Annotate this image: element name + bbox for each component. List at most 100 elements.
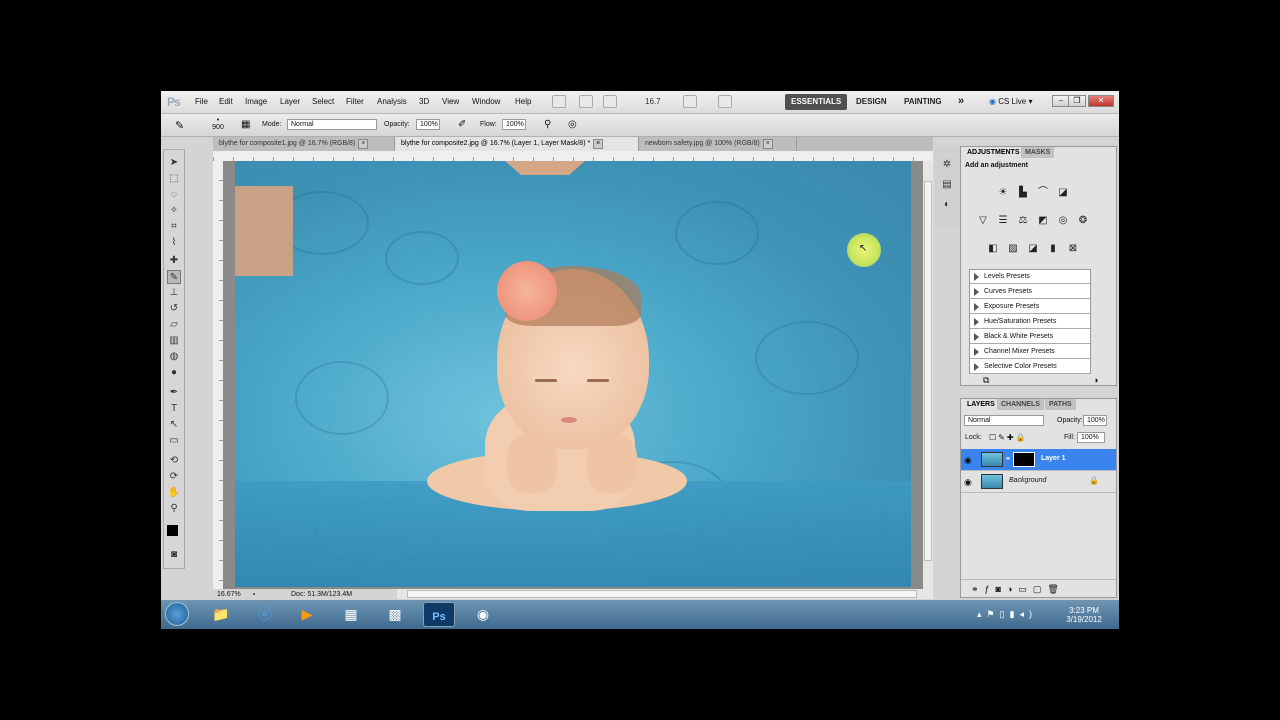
tab-masks[interactable]: MASKS (1021, 147, 1055, 158)
cs-live-button[interactable]: ◉ CS Live ▾ (989, 97, 1032, 106)
preset-hue-saturation[interactable]: Hue/Saturation Presets (970, 315, 1090, 329)
crop-tool-icon[interactable]: ⌗ (167, 220, 181, 234)
gradient-map-icon[interactable]: ▮ (1047, 243, 1059, 255)
app-icon-1[interactable]: ▦ (335, 602, 367, 627)
channel-mixer-icon[interactable]: ❂ (1077, 215, 1089, 227)
screen-mode-button[interactable] (718, 95, 732, 108)
tab-adjustments[interactable]: ADJUSTMENTS (963, 147, 1024, 158)
tab-paths[interactable]: PATHS (1045, 399, 1076, 410)
hue-saturation-icon[interactable]: ☰ (997, 215, 1009, 227)
mini-bridge-button[interactable] (579, 95, 593, 108)
airbrush-icon[interactable]: ✐ (458, 119, 466, 130)
zoom-level[interactable]: 16.7 (645, 97, 661, 106)
menu-help[interactable]: Help (515, 97, 531, 106)
opacity-field[interactable]: 100% (416, 119, 440, 130)
pen-tool-icon[interactable]: ✒ (167, 386, 181, 400)
curves-icon[interactable]: ⌒ (1037, 187, 1049, 199)
status-zoom[interactable]: 16.67% (217, 591, 241, 598)
flow-field[interactable]: 100% (502, 119, 526, 130)
lock-options-icon[interactable]: ☐✎✚🔒 (989, 433, 1028, 442)
tab-composite1[interactable]: blythe for composite1.jpg @ 16.7% (RGB/8… (213, 137, 395, 151)
3d-orbit-tool-icon[interactable]: ⟳ (167, 470, 181, 484)
workspace-painting[interactable]: PAINTING (898, 94, 948, 110)
preset-selective-color[interactable]: Selective Color Presets (970, 360, 1090, 374)
selective-color-icon[interactable]: ⊠ (1067, 243, 1079, 255)
menu-image[interactable]: Image (245, 97, 267, 106)
start-button[interactable] (161, 602, 193, 627)
blur-tool-icon[interactable]: ◍ (167, 350, 181, 364)
lasso-tool-icon[interactable]: ◌ (167, 188, 181, 202)
taskbar-clock[interactable]: 3:23 PM 3/19/2012 (1059, 606, 1109, 624)
menu-select[interactable]: Select (312, 97, 334, 106)
menu-file[interactable]: File (195, 97, 208, 106)
layer-row-layer1[interactable]: ◉ ⚭ Layer 1 (961, 449, 1116, 471)
eraser-tool-icon[interactable]: ▱ (167, 318, 181, 332)
layers-footer-icons[interactable]: ⚭ƒ◙◑▭▢🗑 (961, 579, 1116, 597)
info-icon[interactable]: ◐ (940, 198, 954, 212)
vertical-scroll-thumb[interactable] (924, 181, 932, 561)
healing-tool-icon[interactable]: ✚ (167, 254, 181, 268)
zoom-tool-icon[interactable]: ⚲ (167, 502, 181, 516)
mode-select[interactable]: Normal (287, 119, 377, 130)
tab-layers[interactable]: LAYERS (963, 399, 999, 410)
media-player-icon[interactable]: ▶ (291, 602, 323, 627)
levels-icon[interactable]: ▙ (1017, 187, 1029, 199)
navigator-icon[interactable]: ✲ (940, 158, 954, 172)
menu-window[interactable]: Window (472, 97, 500, 106)
restore-button[interactable]: ❐ (1068, 95, 1086, 107)
preset-levels[interactable]: Levels Presets (970, 270, 1090, 284)
bridge-button[interactable] (552, 95, 566, 108)
path-select-tool-icon[interactable]: ↖ (167, 418, 181, 432)
hand-tool-icon[interactable]: ✋ (167, 486, 181, 500)
preset-exposure[interactable]: Exposure Presets (970, 300, 1090, 314)
menu-filter[interactable]: Filter (346, 97, 364, 106)
close-tab-icon[interactable]: × (358, 139, 369, 149)
system-tray-icons[interactable]: ▴⚑▯▮◂) (977, 609, 1037, 620)
brush-panel-icon[interactable]: ▦ (241, 119, 250, 130)
clone-stamp-tool-icon[interactable]: ⊥ (167, 286, 181, 300)
preset-curves[interactable]: Curves Presets (970, 285, 1090, 299)
layer-opacity-field[interactable]: 100% (1083, 415, 1107, 426)
preset-channel-mixer[interactable]: Channel Mixer Presets (970, 345, 1090, 359)
more-workspaces-button[interactable]: » (952, 93, 970, 109)
clip-to-layer-icon[interactable]: ⧉ (983, 375, 989, 386)
menu-layer[interactable]: Layer (280, 97, 300, 106)
photo-filter-icon[interactable]: ◎ (1057, 215, 1069, 227)
close-tab-icon[interactable]: × (762, 139, 773, 149)
invert-icon[interactable]: ◧ (987, 243, 999, 255)
brush-tool-icon[interactable]: ✎ (175, 119, 184, 132)
move-tool-icon[interactable]: ➤ (167, 156, 181, 170)
tab-newborn-safety[interactable]: newborn safety.jpg @ 100% (RGB/8) × (639, 137, 797, 151)
menu-view[interactable]: View (442, 97, 459, 106)
threshold-icon[interactable]: ◪ (1027, 243, 1039, 255)
close-button[interactable]: ✕ (1088, 95, 1114, 107)
fill-field[interactable]: 100% (1077, 432, 1105, 443)
arrange-documents-button[interactable] (683, 95, 697, 108)
vertical-scrollbar[interactable] (923, 161, 933, 589)
menu-edit[interactable]: Edit (219, 97, 233, 106)
preset-black-white[interactable]: Black & White Presets (970, 330, 1090, 344)
workspace-essentials[interactable]: ESSENTIALS (785, 94, 848, 110)
exposure-icon[interactable]: ◪ (1057, 187, 1069, 199)
tab-channels[interactable]: CHANNELS (997, 399, 1044, 410)
airbrush-toggle-icon[interactable]: ⚲ (544, 119, 551, 130)
black-white-icon[interactable]: ◩ (1037, 215, 1049, 227)
gradient-tool-icon[interactable]: ▥ (167, 334, 181, 348)
foreground-color-swatch[interactable] (167, 525, 178, 536)
app-icon-2[interactable]: ▩ (379, 602, 411, 627)
menu-analysis[interactable]: Analysis (377, 97, 407, 106)
brush-preset-picker[interactable]: • 900 (211, 117, 225, 131)
shape-tool-icon[interactable]: ▭ (167, 434, 181, 448)
canvas-area[interactable]: ↖ (223, 161, 923, 589)
history-icon[interactable]: ▤ (940, 178, 954, 192)
internet-explorer-icon[interactable]: ⓔ (249, 602, 281, 627)
3d-rotate-tool-icon[interactable]: ⟲ (167, 454, 181, 468)
visibility-toggle-icon[interactable]: ◑ (1093, 375, 1098, 385)
horizontal-scrollbar[interactable] (397, 589, 933, 599)
layer-row-background[interactable]: ◉ Background 🔒 (961, 471, 1116, 493)
workspace-design[interactable]: DESIGN (850, 94, 893, 110)
dodge-tool-icon[interactable]: ● (167, 366, 181, 380)
eyedropper-tool-icon[interactable]: ⌇ (167, 236, 181, 250)
menu-3d[interactable]: 3D (419, 97, 429, 106)
tab-composite2[interactable]: blythe for composite2.jpg @ 16.7% (Layer… (395, 137, 639, 151)
